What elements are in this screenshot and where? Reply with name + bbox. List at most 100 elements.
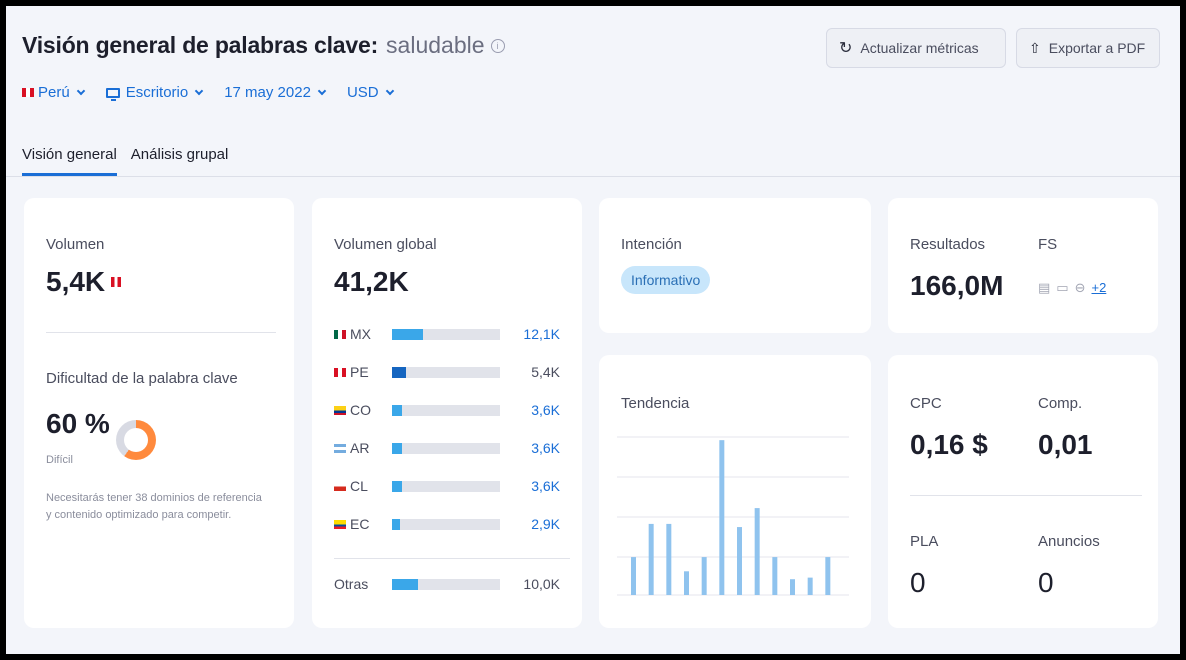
country-filter[interactable]: Perú bbox=[22, 84, 85, 101]
trend-label: Tendencia bbox=[621, 395, 690, 412]
country-bar-fill bbox=[392, 518, 400, 530]
country-bar-fill bbox=[392, 404, 402, 416]
country-row-pe[interactable]: PE 5,4K bbox=[334, 362, 570, 382]
more-features-link[interactable]: +2 bbox=[1092, 280, 1107, 296]
device-filter-label: Escritorio bbox=[125, 84, 189, 101]
update-metrics-button[interactable]: ↻ Actualizar métricas bbox=[826, 28, 1006, 68]
volume-card: Volumen 5,4K Dificultad de la palabra cl… bbox=[24, 198, 294, 628]
volume-value: 5,4K bbox=[46, 266, 106, 297]
date-filter[interactable]: 17 may 2022 bbox=[224, 84, 327, 101]
page-title: Visión general de palabras clave: bbox=[22, 32, 379, 58]
difficulty-note: Necesitarás tener 38 dominios de referen… bbox=[46, 492, 262, 521]
global-volume-value: 41,2K bbox=[334, 266, 409, 297]
peru-flag-icon bbox=[111, 277, 122, 287]
country-row-ec[interactable]: EC 2,9K bbox=[334, 514, 570, 534]
country-flag-icon bbox=[334, 329, 346, 339]
cpc-value: 0,16 $ bbox=[910, 429, 988, 460]
country-bar bbox=[392, 578, 500, 590]
country-row-ar[interactable]: AR 3,6K bbox=[334, 438, 570, 458]
trend-chart bbox=[617, 436, 849, 596]
intent-label: Intención bbox=[621, 236, 682, 253]
cpc-label: CPC bbox=[910, 395, 942, 412]
page-title-row: Visión general de palabras clave: saluda… bbox=[22, 32, 505, 59]
country-row-mx[interactable]: MX 12,1K bbox=[334, 324, 570, 344]
country-row-co[interactable]: CO 3,6K bbox=[334, 400, 570, 420]
country-code: PE bbox=[350, 364, 369, 380]
country-code: Otras bbox=[334, 576, 369, 592]
device-filter[interactable]: Escritorio bbox=[105, 84, 204, 101]
country-flag-icon bbox=[334, 481, 346, 491]
volume-label: Volumen bbox=[46, 236, 105, 253]
trend-bar[interactable] bbox=[772, 557, 778, 595]
refresh-icon: ↻ bbox=[839, 40, 853, 57]
country-bar bbox=[392, 404, 500, 416]
difficulty-donut bbox=[116, 420, 156, 460]
filters-bar: Perú Escritorio 17 may 2022 USD bbox=[22, 84, 394, 101]
trend-bar[interactable] bbox=[790, 579, 795, 595]
trend-bar[interactable] bbox=[648, 523, 654, 595]
trend-bar[interactable] bbox=[807, 577, 813, 595]
trend-bar[interactable] bbox=[666, 523, 672, 595]
chevron-down-icon bbox=[76, 86, 85, 95]
country-bar bbox=[392, 442, 500, 454]
country-bar-fill bbox=[392, 480, 402, 492]
country-value: 10,0K bbox=[523, 576, 560, 592]
peru-flag-icon bbox=[22, 88, 34, 97]
document-icon: ▤ bbox=[1038, 280, 1051, 295]
ads-value: 0 bbox=[1038, 567, 1054, 598]
country-bar bbox=[392, 366, 500, 378]
country-code: AR bbox=[350, 440, 370, 456]
chevron-down-icon bbox=[194, 86, 204, 95]
cpc-divider bbox=[910, 495, 1142, 496]
desktop-icon bbox=[105, 87, 120, 101]
export-pdf-label: Exportar a PDF bbox=[1048, 40, 1146, 56]
tabs-divider bbox=[6, 176, 1180, 177]
trend-bar[interactable] bbox=[719, 440, 725, 595]
intent-card: Intención Informativo bbox=[599, 198, 871, 333]
trend-bar[interactable] bbox=[701, 557, 707, 595]
info-icon[interactable]: i bbox=[490, 38, 505, 53]
update-metrics-label: Actualizar métricas bbox=[860, 40, 979, 56]
tab-overview[interactable]: Visión general bbox=[22, 146, 117, 176]
trend-bar[interactable] bbox=[737, 527, 742, 595]
results-card: Resultados 166,0M FS ▤ ▭ ⊖ +2 bbox=[888, 198, 1158, 333]
country-value[interactable]: 2,9K bbox=[531, 516, 560, 532]
country-value[interactable]: 3,6K bbox=[531, 440, 560, 456]
chevron-down-icon bbox=[385, 86, 394, 95]
fs-label: FS bbox=[1038, 236, 1058, 253]
country-row-cl[interactable]: CL 3,6K bbox=[334, 476, 570, 496]
country-bar bbox=[392, 518, 500, 530]
keyword-label: saludable bbox=[386, 32, 485, 58]
results-value: 166,0M bbox=[910, 270, 1004, 301]
trend-bar[interactable] bbox=[754, 508, 760, 595]
country-value[interactable]: 12,1K bbox=[523, 326, 560, 342]
country-bar-fill bbox=[392, 328, 424, 340]
difficulty-label: Dificultad de la palabra clave bbox=[46, 370, 238, 387]
tabs: Visión general Análisis grupal bbox=[22, 146, 228, 176]
country-code: CO bbox=[350, 402, 371, 418]
comment-icon: ▭ bbox=[1056, 280, 1069, 295]
tab-group-analysis[interactable]: Análisis grupal bbox=[131, 146, 229, 176]
trend-bar[interactable] bbox=[684, 571, 689, 595]
trend-bar[interactable] bbox=[631, 557, 636, 595]
date-filter-label: 17 may 2022 bbox=[224, 84, 311, 101]
intent-badge: Informativo bbox=[621, 266, 711, 294]
country-code: MX bbox=[350, 326, 371, 342]
country-flag-icon bbox=[334, 443, 346, 453]
cpc-card: CPC 0,16 $ Comp. 0,01 PLA 0 Anuncios 0 bbox=[888, 355, 1158, 628]
country-bar bbox=[392, 480, 500, 492]
upload-icon: ⇧ bbox=[1029, 39, 1041, 56]
export-pdf-button[interactable]: ⇧ Exportar a PDF bbox=[1016, 28, 1160, 68]
volume-divider bbox=[46, 332, 276, 333]
trend-bar[interactable] bbox=[825, 557, 831, 595]
country-bar-fill bbox=[392, 442, 402, 454]
pla-label: PLA bbox=[910, 533, 939, 550]
currency-filter[interactable]: USD bbox=[347, 84, 394, 101]
comp-value: 0,01 bbox=[1038, 429, 1093, 460]
countries-divider bbox=[334, 558, 570, 559]
country-value: 5,4K bbox=[531, 364, 560, 380]
ads-label: Anuncios bbox=[1038, 533, 1100, 550]
country-value[interactable]: 3,6K bbox=[531, 478, 560, 494]
country-bar-fill bbox=[392, 366, 407, 378]
country-value[interactable]: 3,6K bbox=[531, 402, 560, 418]
